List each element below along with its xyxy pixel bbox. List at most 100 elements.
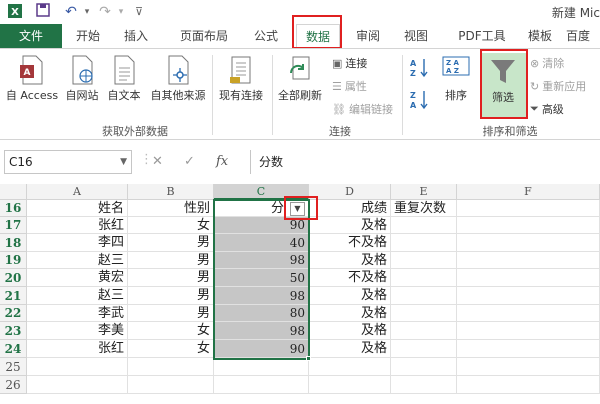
- cell-e24[interactable]: [391, 340, 457, 358]
- cell-f22[interactable]: [457, 305, 600, 322]
- sort-button[interactable]: Z AA Z 排序: [436, 55, 476, 103]
- from-text-button[interactable]: 自文本: [104, 55, 144, 103]
- cell-e20[interactable]: [391, 269, 457, 287]
- insert-function-icon[interactable]: fx: [216, 154, 228, 169]
- row-header-20[interactable]: 20: [0, 269, 27, 287]
- name-box[interactable]: C16 ▼: [4, 150, 132, 174]
- tab-insert[interactable]: 插入: [116, 24, 156, 48]
- cell-f19[interactable]: [457, 252, 600, 269]
- cell-e21[interactable]: [391, 287, 457, 305]
- cell-b24[interactable]: 女: [128, 340, 214, 358]
- cell-b23[interactable]: 女: [128, 322, 214, 340]
- tab-baidu[interactable]: 百度: [566, 24, 600, 48]
- sort-az-button[interactable]: AZ: [408, 57, 430, 81]
- customize-toolbar-icon[interactable]: ⊽: [130, 3, 148, 21]
- cell-a25[interactable]: [27, 358, 128, 376]
- reapply-command[interactable]: ↻ 重新应用: [530, 78, 586, 94]
- cell-a16[interactable]: 姓名: [27, 200, 128, 217]
- row-header-17[interactable]: 17: [0, 217, 27, 234]
- undo-dropdown-icon[interactable]: ▾: [78, 3, 96, 21]
- cell-f16[interactable]: [457, 200, 600, 217]
- cell-c25[interactable]: [214, 358, 309, 376]
- tab-review[interactable]: 审阅: [348, 24, 388, 48]
- confirm-entry-icon[interactable]: ✓: [184, 154, 195, 169]
- row-header-18[interactable]: 18: [0, 234, 27, 252]
- tab-view[interactable]: 视图: [396, 24, 436, 48]
- cell-f26[interactable]: [457, 376, 600, 394]
- clear-command[interactable]: ⊗ 清除: [530, 55, 564, 71]
- cell-e19[interactable]: [391, 252, 457, 269]
- tab-pdf-tools[interactable]: PDF工具: [452, 24, 512, 48]
- formula-input[interactable]: 分数: [250, 150, 600, 174]
- row-header-26[interactable]: 26: [0, 376, 27, 394]
- cell-f25[interactable]: [457, 358, 600, 376]
- cell-f21[interactable]: [457, 287, 600, 305]
- advanced-command[interactable]: ⏷ 高级: [530, 101, 564, 117]
- cell-b20[interactable]: 男: [128, 269, 214, 287]
- tab-templates[interactable]: 模板: [520, 24, 560, 48]
- cell-a17[interactable]: 张红: [27, 217, 128, 234]
- cell-d17[interactable]: 及格: [309, 217, 391, 234]
- tab-page-layout[interactable]: 页面布局: [170, 24, 238, 48]
- name-box-dropdown-icon[interactable]: ▼: [120, 151, 127, 173]
- cell-d21[interactable]: 及格: [309, 287, 391, 305]
- from-web-button[interactable]: 自网站: [62, 55, 102, 103]
- cell-e26[interactable]: [391, 376, 457, 394]
- cell-b17[interactable]: 女: [128, 217, 214, 234]
- connections-command[interactable]: ▣ 连接: [332, 55, 367, 71]
- cell-e23[interactable]: [391, 322, 457, 340]
- col-header-b[interactable]: B: [128, 184, 214, 200]
- cell-d23[interactable]: 及格: [309, 322, 391, 340]
- row-header-22[interactable]: 22: [0, 305, 27, 322]
- cell-e16[interactable]: 重复次数: [391, 200, 457, 217]
- cell-d26[interactable]: [309, 376, 391, 394]
- cell-e17[interactable]: [391, 217, 457, 234]
- cell-e18[interactable]: [391, 234, 457, 252]
- tab-formulas[interactable]: 公式: [246, 24, 286, 48]
- tab-file[interactable]: 文件: [0, 24, 62, 48]
- cell-e25[interactable]: [391, 358, 457, 376]
- row-header-23[interactable]: 23: [0, 322, 27, 340]
- col-header-d[interactable]: D: [309, 184, 391, 200]
- cell-f20[interactable]: [457, 269, 600, 287]
- cell-b19[interactable]: 男: [128, 252, 214, 269]
- cell-a22[interactable]: 李武: [27, 305, 128, 322]
- from-other-sources-button[interactable]: 自其他来源: [146, 55, 210, 103]
- sort-za-button[interactable]: ZA: [408, 89, 430, 113]
- cell-b26[interactable]: [128, 376, 214, 394]
- cell-a24[interactable]: 张红: [27, 340, 128, 358]
- cell-d20[interactable]: 不及格: [309, 269, 391, 287]
- select-all-corner[interactable]: [0, 184, 27, 200]
- cell-a26[interactable]: [27, 376, 128, 394]
- cell-b18[interactable]: 男: [128, 234, 214, 252]
- cell-f23[interactable]: [457, 322, 600, 340]
- fill-handle[interactable]: [306, 356, 311, 361]
- cell-f24[interactable]: [457, 340, 600, 358]
- cell-b16[interactable]: 性别: [128, 200, 214, 217]
- from-access-button[interactable]: A 自 Access: [4, 55, 60, 103]
- save-icon[interactable]: [34, 3, 52, 21]
- cell-d22[interactable]: 及格: [309, 305, 391, 322]
- cell-a20[interactable]: 黄宏: [27, 269, 128, 287]
- redo-dropdown-icon[interactable]: ▾: [112, 3, 130, 21]
- cell-b25[interactable]: [128, 358, 214, 376]
- refresh-all-button[interactable]: 全部刷新: [274, 55, 326, 103]
- cell-b22[interactable]: 男: [128, 305, 214, 322]
- cell-a23[interactable]: 李美: [27, 322, 128, 340]
- cell-b21[interactable]: 男: [128, 287, 214, 305]
- cell-c26[interactable]: [214, 376, 309, 394]
- row-header-16[interactable]: 16: [0, 200, 27, 217]
- cell-a21[interactable]: 赵三: [27, 287, 128, 305]
- cell-a19[interactable]: 赵三: [27, 252, 128, 269]
- cell-d16[interactable]: 成绩: [309, 200, 391, 217]
- col-header-e[interactable]: E: [391, 184, 457, 200]
- edit-links-command[interactable]: ⛓ 编辑链接: [332, 101, 393, 117]
- cell-e22[interactable]: [391, 305, 457, 322]
- spreadsheet-grid[interactable]: A B C D E F 16 姓名 性别 分 成绩 重复次数 17 张红 女 9…: [0, 184, 600, 404]
- col-header-a[interactable]: A: [27, 184, 128, 200]
- row-header-19[interactable]: 19: [0, 252, 27, 269]
- cell-d25[interactable]: [309, 358, 391, 376]
- row-header-25[interactable]: 25: [0, 358, 27, 376]
- existing-connections-button[interactable]: 现有连接: [214, 55, 268, 103]
- tab-home[interactable]: 开始: [68, 24, 108, 48]
